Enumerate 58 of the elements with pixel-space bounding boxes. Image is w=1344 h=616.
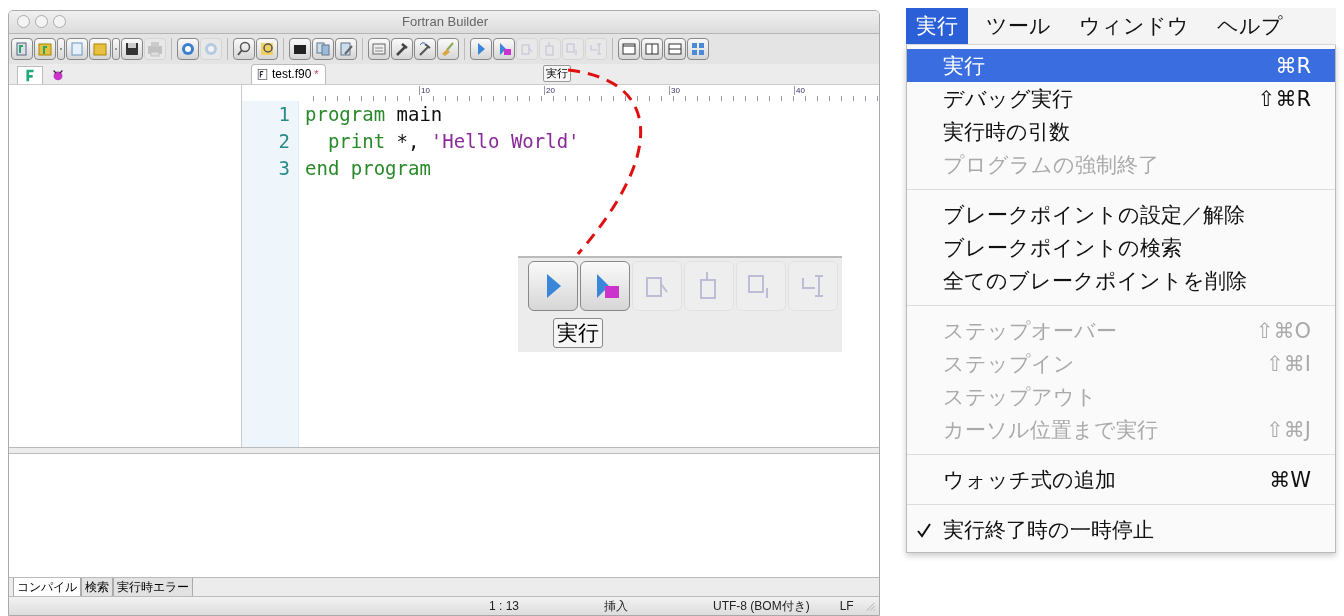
- shortcut: ⇧⌘J: [1266, 417, 1311, 442]
- menu-bar-item[interactable]: ヘルプ: [1207, 8, 1293, 44]
- code-line: end program: [305, 155, 432, 181]
- shortcut: ⇧⌘I: [1266, 351, 1311, 376]
- tooltip: 実行: [553, 318, 603, 348]
- menu-bar-item[interactable]: ウィンドウ: [1069, 8, 1199, 44]
- toolbar-button[interactable]: [121, 37, 143, 60]
- menu-item[interactable]: 実行時の引数: [907, 115, 1335, 148]
- menu-item[interactable]: 実行 ⌘R: [907, 49, 1335, 82]
- resize-grip-icon: [864, 600, 876, 613]
- toolbar-button[interactable]: [289, 37, 311, 60]
- status-position: 1 : 13: [489, 599, 520, 614]
- modified-mark: *: [314, 68, 319, 81]
- toolbar-button[interactable]: [391, 37, 413, 60]
- line-number: 3: [277, 155, 290, 181]
- toolbar-icon: [337, 39, 355, 58]
- window-control-button[interactable]: [17, 15, 30, 29]
- status-line-ending: LF: [839, 599, 854, 614]
- panel-tab[interactable]: [17, 65, 43, 84]
- menu-item[interactable]: ブレークポイントの検索: [907, 231, 1335, 264]
- window-control-button[interactable]: [35, 15, 48, 29]
- shortcut: ⌘R: [1275, 53, 1311, 78]
- editor-tab[interactable]: test.f90 *: [251, 63, 326, 84]
- ruler-label: 40: [794, 85, 805, 95]
- menu-item[interactable]: 実行終了時の一時停止: [907, 513, 1335, 546]
- ruler-label: 10: [419, 85, 430, 95]
- toolbar-button[interactable]: [233, 37, 255, 60]
- dropdown-button[interactable]: [57, 37, 65, 60]
- tooltip: 実行: [543, 65, 571, 83]
- status-encoding: UTF-8 (BOM付き): [713, 597, 810, 615]
- toolbar-icon: [314, 39, 332, 58]
- output-tab[interactable]: 検索: [81, 578, 113, 599]
- menu-item[interactable]: デバッグ実行 ⇧⌘R: [907, 82, 1335, 115]
- menu-item[interactable]: ブレークポイントの設定／解除: [907, 198, 1335, 231]
- line-number: 2: [277, 128, 290, 154]
- ruler-label: 30: [669, 85, 680, 95]
- toolbar-icon: [146, 39, 164, 58]
- menu-item[interactable]: ウォッチ式の追加 ⌘W: [907, 463, 1335, 496]
- menu-bar-item[interactable]: ツール: [976, 8, 1061, 44]
- menu-bar-item[interactable]: 実行: [906, 8, 968, 44]
- code-line: print *, 'Hello World': [326, 128, 580, 154]
- shortcut: ⇧⌘R: [1257, 86, 1311, 111]
- toolbar-icon: [68, 39, 86, 58]
- window-control-button[interactable]: [53, 15, 66, 29]
- ruler-label: 20: [544, 85, 555, 95]
- shortcut: ⇧⌘O: [1255, 318, 1311, 343]
- status-mode: 挿入: [604, 597, 629, 615]
- line-number: 1: [277, 101, 290, 127]
- menu-item[interactable]: 全てのブレークポイントを削除: [907, 264, 1335, 297]
- code-line: program main: [305, 101, 444, 127]
- output-tab[interactable]: コンパイル: [13, 578, 81, 599]
- tab-label: test.f90: [272, 67, 312, 82]
- output-tab[interactable]: 実行時エラー: [113, 578, 193, 599]
- toolbar-button[interactable]: [414, 37, 436, 60]
- toolbar-icon: [235, 39, 253, 58]
- file-icon: [256, 67, 269, 81]
- window-title: Fortran Builder: [401, 14, 489, 30]
- shortcut: ⌘W: [1269, 467, 1311, 492]
